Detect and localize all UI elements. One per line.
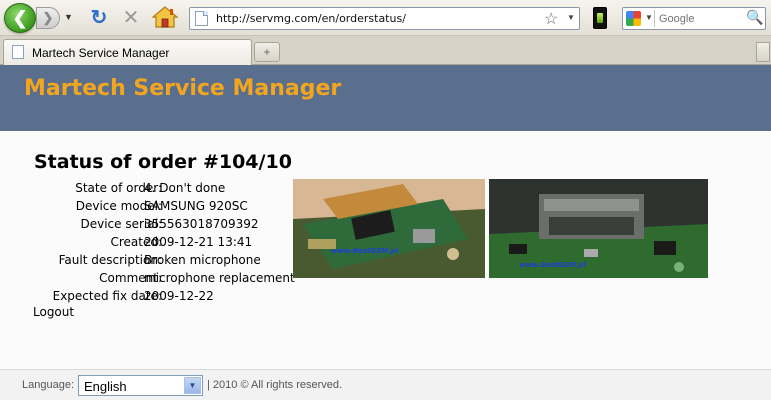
back-button[interactable]: ❮: [4, 3, 36, 33]
back-arrow-icon: ❮: [12, 7, 28, 28]
copyright-text: | 2010 © All rights reserved.: [207, 379, 343, 391]
reload-icon: ↻: [90, 6, 108, 29]
main-content: Status of order #104/10 State of order: …: [0, 131, 771, 369]
page-footer: Language: English ▼ | 2010 © All rights …: [0, 369, 771, 400]
device-photo[interactable]: www.BestGSM.pl: [293, 179, 485, 278]
detail-row-serial: Device serial: 355563018709392: [26, 215, 286, 233]
detail-row-fix-date: Expected fix date: 2009-12-22: [26, 287, 286, 305]
engine-dropdown-icon[interactable]: ▼: [645, 13, 653, 22]
tab-strip: Martech Service Manager +: [0, 36, 771, 65]
logout-link[interactable]: Logout: [33, 305, 74, 319]
search-separator: [654, 10, 655, 27]
search-bar[interactable]: ▼ 🔍: [622, 7, 766, 30]
language-selected-value: English: [84, 379, 127, 394]
tab-title: Martech Service Manager: [32, 46, 170, 60]
detail-row-comment: Comment: microphone replacement: [26, 269, 295, 287]
detail-row-created: Created: 2009-12-21 13:41: [26, 233, 286, 251]
addon-phone-icon[interactable]: [593, 7, 607, 29]
site-header: Martech Service Manager: [0, 65, 771, 131]
browser-toolbar: ❮ ❯ ▼ ↻ ✕ http://servmg.com/en/orderstat…: [0, 0, 771, 36]
photo-watermark: www.BestGSM.pl: [331, 247, 399, 255]
tab-martech[interactable]: Martech Service Manager: [3, 39, 252, 65]
detail-value: 2009-12-22: [144, 289, 214, 303]
address-bar[interactable]: http://servmg.com/en/orderstatus/ ☆ ▼: [189, 7, 580, 30]
history-dropdown-icon[interactable]: ▼: [64, 12, 73, 22]
detail-value: Broken microphone: [144, 253, 261, 267]
order-details: State of order: 4. Don't done Device mod…: [26, 179, 295, 305]
home-button[interactable]: [150, 5, 180, 29]
tab-page-icon: [12, 45, 24, 59]
search-input[interactable]: [659, 9, 743, 28]
new-tab-button[interactable]: +: [254, 42, 280, 62]
detail-value: microphone replacement: [144, 271, 295, 285]
detail-row-fault: Fault description: Broken microphone: [26, 251, 286, 269]
bookmark-star-icon[interactable]: ☆: [544, 9, 558, 29]
detail-value: SAMSUNG 920SC: [144, 199, 248, 213]
home-icon: [151, 6, 179, 28]
google-icon[interactable]: [626, 11, 641, 26]
url-text[interactable]: http://servmg.com/en/orderstatus/: [216, 12, 406, 25]
language-select[interactable]: English ▼: [78, 375, 203, 396]
language-label: Language:: [22, 379, 74, 391]
photo-watermark: www.BestGSM.pl: [519, 261, 587, 269]
detail-value: 4. Don't done: [144, 181, 226, 195]
page-title: Status of order #104/10: [34, 151, 292, 173]
stop-icon: ✕: [122, 6, 140, 29]
forward-arrow-icon: ❯: [42, 10, 54, 25]
forward-button[interactable]: ❯: [36, 7, 60, 29]
circuit-board-image: [293, 179, 485, 278]
device-photo[interactable]: www.BestGSM.pl: [489, 179, 708, 278]
page-icon: [195, 11, 208, 26]
stop-button[interactable]: ✕: [118, 4, 144, 30]
url-dropdown-icon[interactable]: ▼: [567, 13, 575, 22]
magnifier-icon[interactable]: 🔍: [746, 9, 763, 26]
detail-value: 2009-12-21 13:41: [144, 235, 253, 249]
detail-value: 355563018709392: [144, 217, 259, 231]
chevron-down-icon[interactable]: ▼: [184, 377, 201, 394]
detail-row-model: Device model: SAMSUNG 920SC: [26, 197, 286, 215]
reload-button[interactable]: ↻: [86, 4, 112, 30]
plus-icon: +: [263, 45, 271, 59]
detail-row-state: State of order: 4. Don't done: [26, 179, 286, 197]
tab-scroll-button[interactable]: [756, 42, 770, 62]
site-title: Martech Service Manager: [24, 76, 342, 101]
